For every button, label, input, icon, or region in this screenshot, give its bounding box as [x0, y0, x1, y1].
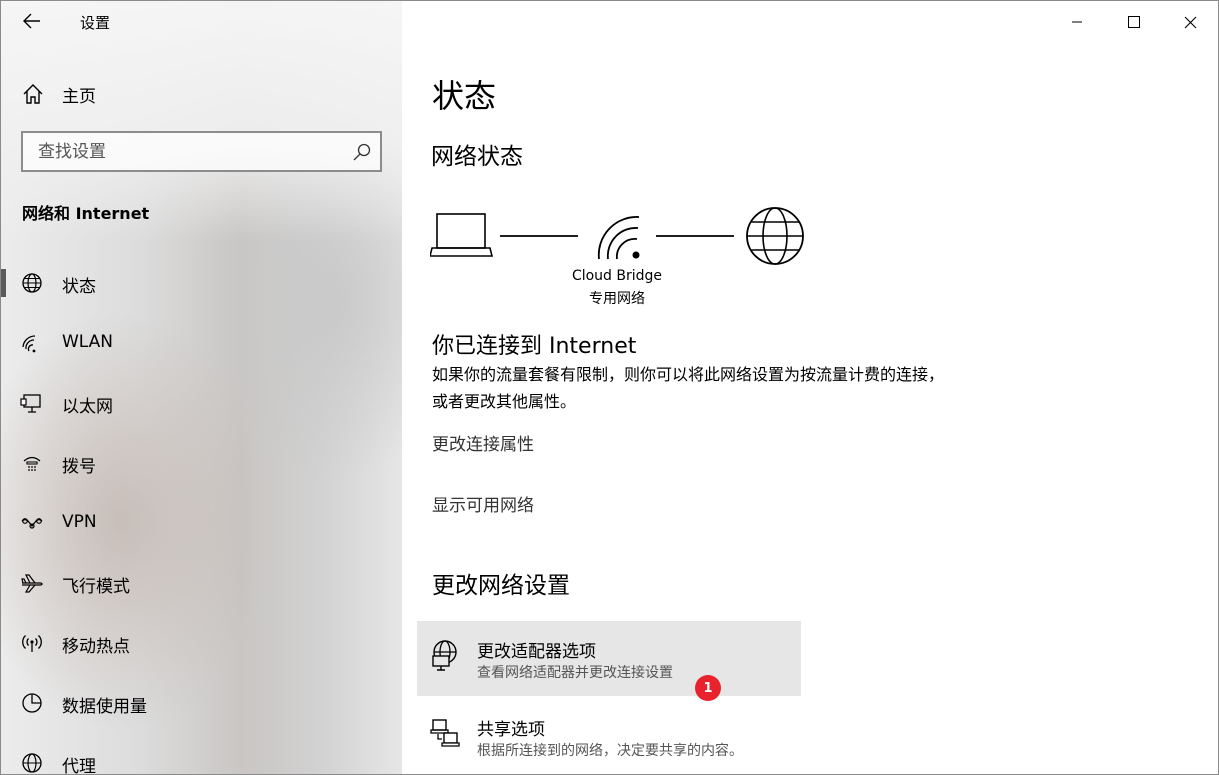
wifi-signal-icon — [597, 216, 640, 260]
connected-description: 如果你的流量套餐有限制，则你可以将此网络设置为按流量计费的连接，或者更改其他属性… — [432, 365, 945, 411]
sidebar-item-ethernet[interactable]: 以太网 — [1, 381, 402, 425]
sidebar-item-label: 数据使用量 — [62, 697, 147, 717]
dialup-icon — [23, 456, 41, 471]
adapter-icon — [432, 640, 457, 671]
back-button[interactable] — [15, 7, 49, 35]
sidebar-item-home[interactable]: 主页 — [1, 73, 402, 113]
sidebar-item-label: 移动热点 — [62, 637, 130, 657]
show-available-networks-link[interactable]: 显示可用网络 — [432, 491, 534, 516]
search-box — [21, 131, 382, 172]
sidebar-item-wlan[interactable]: WLAN — [1, 321, 402, 365]
settings-window: 设置 主页 网络和 Internet 状态 — [0, 0, 1219, 775]
network-status-heading: 网络状态 — [431, 144, 523, 170]
laptop-icon — [430, 213, 494, 257]
wifi-icon — [22, 335, 36, 353]
sharing-icon — [430, 719, 460, 747]
airplane-icon — [21, 574, 43, 593]
search-icon[interactable] — [352, 142, 372, 162]
sidebar: 设置 主页 网络和 Internet 状态 — [1, 1, 402, 775]
connected-heading: 你已连接到 Internet — [432, 334, 637, 359]
vpn-icon — [21, 518, 43, 529]
page-title: 状态 — [432, 77, 497, 115]
data-usage-icon — [22, 693, 42, 713]
network-name: Cloud Bridge — [571, 268, 663, 284]
sidebar-item-label: VPN — [62, 512, 97, 532]
sidebar-item-status[interactable]: 状态 — [1, 261, 402, 305]
back-arrow-icon — [23, 13, 40, 29]
sidebar-item-proxy[interactable]: 代理 — [1, 741, 402, 775]
proxy-globe-icon — [22, 753, 42, 773]
option-description: 根据所连接到的网络，决定要共享的内容。 — [477, 743, 743, 759]
sidebar-item-data-usage[interactable]: 数据使用量 — [1, 681, 402, 725]
internet-globe-icon — [746, 207, 804, 265]
sidebar-item-label: 状态 — [62, 277, 96, 297]
hotspot-icon — [22, 635, 42, 652]
sidebar-item-airplane[interactable]: 飞行模式 — [1, 561, 402, 605]
sidebar-item-hotspot[interactable]: 移动热点 — [1, 621, 402, 665]
sidebar-item-label: 以太网 — [62, 397, 113, 417]
sidebar-item-label: 主页 — [62, 87, 96, 107]
sidebar-item-vpn[interactable]: VPN — [1, 501, 402, 545]
change-network-settings-heading: 更改网络设置 — [432, 573, 570, 599]
option-title: 更改适配器选项 — [477, 642, 596, 662]
main-content: 状态 网络状态 Cloud Bridge 专用网络 你已连接到 Internet… — [402, 1, 1218, 774]
home-icon — [23, 84, 43, 104]
sidebar-item-label: 拨号 — [62, 457, 96, 477]
sidebar-section-title: 网络和 Internet — [22, 204, 150, 223]
sidebar-item-dialup[interactable]: 拨号 — [1, 441, 402, 485]
search-input[interactable] — [23, 133, 343, 170]
globe-icon — [22, 273, 42, 293]
network-type: 专用网络 — [589, 291, 645, 307]
sharing-options[interactable]: 共享选项 根据所连接到的网络，决定要共享的内容。 — [417, 699, 801, 774]
ethernet-icon — [20, 394, 41, 413]
sidebar-item-label: 飞行模式 — [62, 577, 130, 597]
change-adapter-options[interactable]: 更改适配器选项 查看网络适配器并更改连接设置 — [417, 621, 801, 696]
option-title: 共享选项 — [477, 720, 545, 740]
app-title: 设置 — [80, 14, 111, 32]
notification-badge: 1 — [695, 675, 721, 701]
change-connection-properties-link[interactable]: 更改连接属性 — [432, 430, 534, 455]
option-description: 查看网络适配器并更改连接设置 — [477, 665, 673, 681]
sidebar-item-label: 代理 — [62, 757, 96, 775]
active-indicator — [1, 269, 6, 297]
sidebar-item-label: WLAN — [62, 332, 114, 352]
